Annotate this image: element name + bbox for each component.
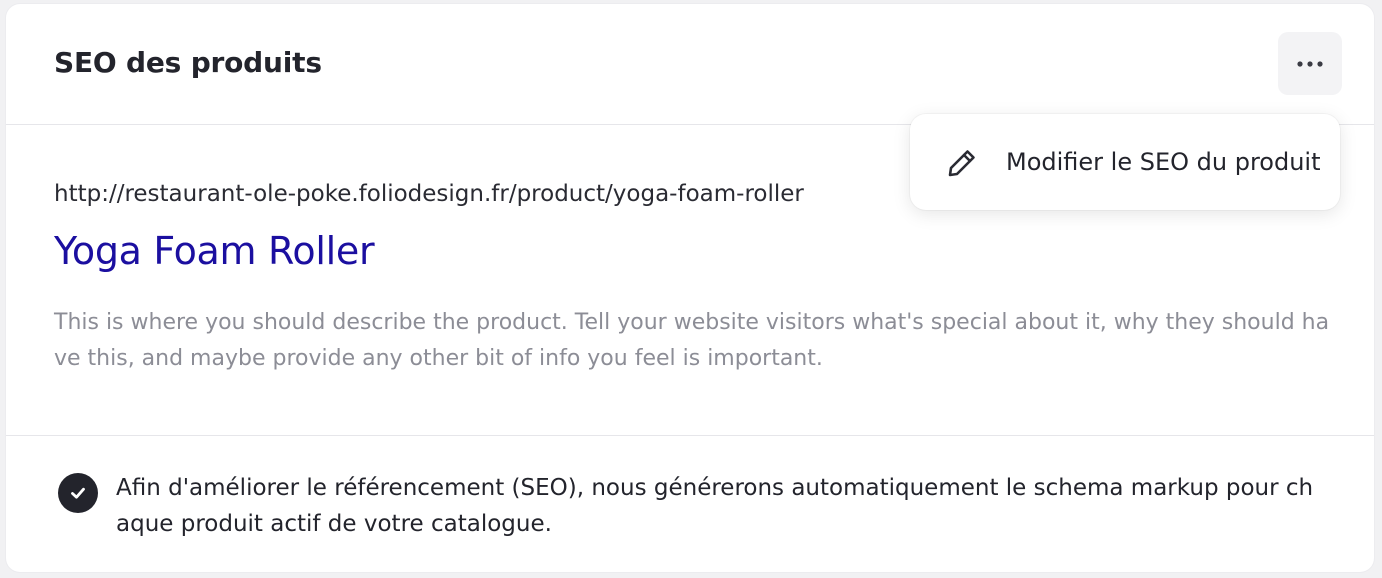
pencil-icon (948, 150, 975, 177)
schema-notice-text: Afin d'améliorer le référencement (SEO),… (116, 475, 1314, 537)
more-horizontal-icon (1297, 60, 1323, 67)
options-dropdown: Modifier le SEO du produit (910, 114, 1340, 210)
card-title: SEO des produits (54, 46, 322, 79)
preview-url: http://restaurant-ole-poke.foliodesign.f… (54, 181, 804, 207)
menu-item-edit-seo[interactable]: Modifier le SEO du produit (910, 114, 1340, 210)
check-circle-icon (58, 473, 98, 513)
schema-notice: Afin d'améliorer le référencement (SEO),… (6, 436, 1374, 572)
preview-description: This is where you should describe the pr… (54, 310, 1330, 371)
preview-title: Yoga Foam Roller (54, 229, 375, 273)
more-options-button[interactable] (1278, 32, 1342, 95)
menu-item-label: Modifier le SEO du produit (1006, 148, 1321, 176)
card-header: SEO des produits (6, 4, 1374, 125)
seo-card: SEO des produits http://restaurant-ole-p… (6, 4, 1374, 572)
